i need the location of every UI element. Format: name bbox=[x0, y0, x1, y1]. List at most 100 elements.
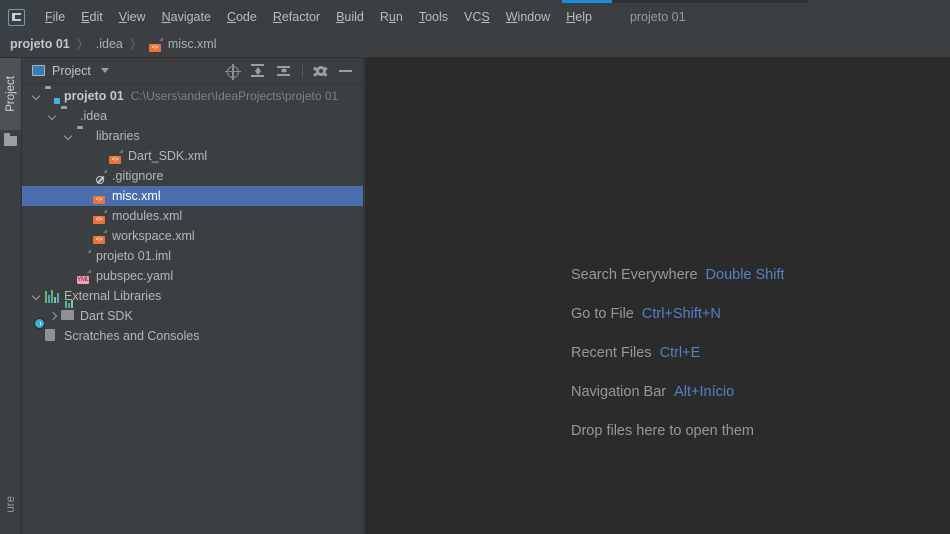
menu-bar: File Edit View Navigate Code Refactor Build Run… bbox=[0, 4, 950, 30]
tree-row[interactable]: YML pubspec.yaml bbox=[22, 266, 363, 286]
shortcut-hint-label: Search Everywhere bbox=[571, 266, 698, 283]
xml-file-icon: <> bbox=[93, 189, 107, 204]
tool-window-tab-structure-label: ure bbox=[4, 496, 17, 513]
chevron-right-icon[interactable] bbox=[48, 311, 58, 321]
menu-item-vcs[interactable]: VCS bbox=[456, 8, 498, 26]
shortcut-hint-label: Recent Files bbox=[571, 344, 652, 361]
expand-all-icon[interactable] bbox=[250, 63, 265, 78]
tree-row-label: pubspec.yaml bbox=[96, 269, 174, 283]
select-opened-file-icon[interactable] bbox=[225, 63, 241, 80]
tree-row[interactable]: <> workspace.xml bbox=[22, 226, 363, 246]
folder-icon bbox=[77, 129, 91, 143]
dart-sdk-icon bbox=[61, 300, 75, 323]
breadcrumb-file-label: misc.xml bbox=[167, 36, 217, 51]
menu-item-help[interactable]: Help bbox=[558, 8, 600, 26]
chevron-down-icon[interactable] bbox=[64, 131, 74, 141]
tree-row-label: modules.xml bbox=[112, 209, 183, 223]
shortcut-hint-row: Navigation Bar Alt+Início bbox=[571, 372, 785, 411]
tool-window-tab-structure[interactable]: ure bbox=[0, 496, 21, 534]
tree-row[interactable]: Scratches and Consoles bbox=[22, 322, 363, 346]
editor-shortcut-hints: Search Everywhere Double Shift Go to File C… bbox=[571, 255, 785, 450]
tree-row-label: Scratches and Consoles bbox=[64, 329, 200, 343]
tree-row[interactable]: <> Dart_SDK.xml bbox=[22, 146, 363, 166]
project-panel-title: Project bbox=[52, 63, 91, 78]
toolbar-divider bbox=[302, 63, 303, 78]
project-view-icon bbox=[32, 65, 45, 76]
tree-row-label: projeto 01.iml bbox=[96, 249, 172, 263]
chevron-down-icon[interactable] bbox=[100, 68, 109, 73]
tree-row-label: Dart SDK bbox=[80, 309, 133, 323]
editor-area[interactable]: Search Everywhere Double Shift Go to File C… bbox=[365, 58, 950, 534]
tree-row-label: Dart_SDK.xml bbox=[128, 149, 208, 163]
collapse-all-icon[interactable] bbox=[276, 63, 291, 78]
tree-row[interactable]: libraries bbox=[22, 126, 363, 146]
tree-row[interactable]: External Libraries bbox=[22, 286, 363, 306]
tree-row-label: libraries bbox=[96, 129, 140, 143]
xml-file-icon: <> bbox=[93, 229, 107, 244]
breadcrumb-item-file[interactable]: <> misc.xml bbox=[148, 36, 217, 52]
xml-file-icon: <> bbox=[148, 37, 163, 52]
breadcrumb: projeto 01 〉 .idea 〉 <> misc.xml bbox=[0, 30, 950, 58]
shortcut-hint-key: Ctrl+E bbox=[659, 344, 701, 361]
breadcrumb-item-project[interactable]: projeto 01 bbox=[10, 37, 70, 51]
tree-row-label: misc.xml bbox=[112, 189, 161, 203]
shortcut-hint-label: Drop files here to open them bbox=[571, 422, 754, 439]
folder-icon bbox=[45, 89, 59, 103]
breadcrumb-item-idea[interactable]: .idea bbox=[96, 37, 123, 51]
menu-item-navigate[interactable]: Navigate bbox=[154, 8, 219, 26]
external-libraries-icon bbox=[45, 289, 60, 303]
window-project-label: projeto 01 bbox=[629, 10, 686, 24]
minimize-icon[interactable] bbox=[338, 63, 353, 78]
menu-item-build[interactable]: Build bbox=[328, 8, 372, 26]
menu-item-view[interactable]: View bbox=[111, 8, 154, 26]
shortcut-hint-label: Navigation Bar bbox=[571, 383, 667, 400]
chevron-down-icon[interactable] bbox=[32, 291, 42, 301]
left-tool-strip: Project ure bbox=[0, 58, 22, 534]
menu-item-edit[interactable]: Edit bbox=[73, 8, 111, 26]
tree-row-label: .idea bbox=[80, 109, 108, 123]
tree-row-label: External Libraries bbox=[64, 289, 162, 303]
yaml-file-icon: YML bbox=[77, 276, 89, 284]
tree-row[interactable]: .idea bbox=[22, 106, 363, 126]
scratches-icon bbox=[40, 322, 59, 343]
menu-item-tools[interactable]: Tools bbox=[411, 8, 456, 26]
tree-row[interactable]: <> modules.xml bbox=[22, 206, 363, 226]
tree-row[interactable]: projeto 01.iml bbox=[22, 246, 363, 266]
tree-row[interactable]: Dart SDK bbox=[22, 300, 363, 326]
menu-item-window[interactable]: Window bbox=[498, 8, 558, 26]
tool-window-tab-project[interactable]: Project bbox=[0, 58, 21, 130]
chevron-down-icon[interactable] bbox=[32, 91, 42, 101]
menu-item-file[interactable]: File bbox=[37, 8, 73, 26]
chevron-down-icon[interactable] bbox=[48, 111, 58, 121]
menu-item-run[interactable]: Run bbox=[372, 8, 411, 26]
tree-row-path: C:\Users\ander\IdeaProjects\projeto 01 bbox=[130, 89, 339, 103]
shortcut-hint-label: Go to File bbox=[571, 305, 634, 322]
accent-bar-blue bbox=[562, 0, 612, 3]
accent-bar-dark bbox=[612, 0, 808, 3]
tree-row-label: workspace.xml bbox=[112, 229, 195, 243]
breadcrumb-separator: 〉 bbox=[76, 37, 89, 51]
project-tree: projeto 01 C:\Users\ander\IdeaProjects\pr… bbox=[22, 84, 363, 346]
gitignore-file-icon bbox=[93, 169, 107, 184]
shortcut-hint-key: Double Shift bbox=[705, 266, 785, 283]
menu-item-refactor[interactable]: Refactor bbox=[265, 8, 328, 26]
project-folder-icon bbox=[4, 133, 17, 146]
tree-row[interactable]: .gitignore bbox=[22, 166, 363, 186]
tree-row-selected[interactable]: <> misc.xml bbox=[22, 186, 363, 206]
menu-item-code[interactable]: Code bbox=[219, 8, 265, 26]
tree-row-label: .gitignore bbox=[112, 169, 164, 183]
shortcut-hint-row: Search Everywhere Double Shift bbox=[571, 255, 785, 294]
xml-file-icon: <> bbox=[109, 149, 123, 164]
gear-icon[interactable] bbox=[313, 65, 328, 78]
tree-row[interactable]: projeto 01 C:\Users\ander\IdeaProjects\pr… bbox=[22, 86, 363, 106]
menu-items: File Edit View Navigate Code Refactor Build Run… bbox=[37, 8, 600, 26]
tool-window-tab-project-label: Project bbox=[4, 76, 17, 112]
